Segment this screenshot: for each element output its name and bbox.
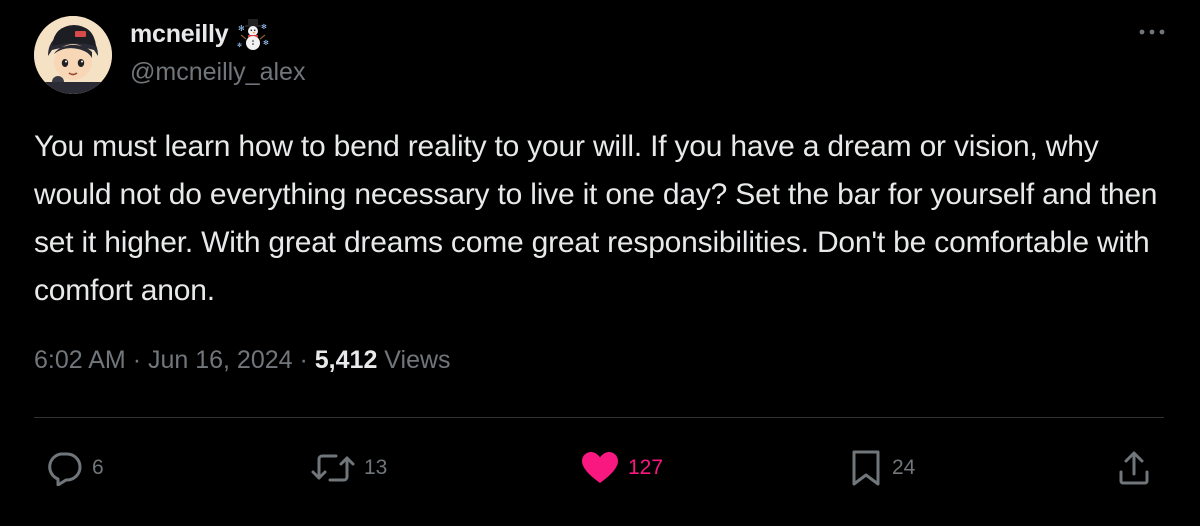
more-dots-icon xyxy=(1139,29,1165,35)
meta-separator: · xyxy=(299,346,308,374)
tweet-meta: 6:02 AM · Jun 16, 2024 · 5,412 Views xyxy=(34,346,451,375)
like-button[interactable]: 127 xyxy=(580,448,663,488)
like-count: 127 xyxy=(628,456,664,479)
bookmark-button[interactable]: 24 xyxy=(848,448,915,488)
meta-separator: · xyxy=(132,346,142,374)
bookmark-count: 24 xyxy=(892,456,916,479)
heart-filled-icon xyxy=(582,452,618,483)
share-icon xyxy=(1119,451,1149,485)
views-count: 5,412 xyxy=(314,346,378,374)
tweet-time[interactable]: 6:02 AM xyxy=(34,346,126,374)
svg-text:✻: ✻ xyxy=(263,39,269,47)
tweet-date[interactable]: Jun 16, 2024 xyxy=(148,346,293,374)
svg-text:✻: ✻ xyxy=(237,42,242,49)
reply-button[interactable]: 6 xyxy=(44,448,104,488)
display-name[interactable]: mcneilly xyxy=(130,20,229,49)
snowman-icon: ✻ ✻ ✻ ✻ xyxy=(236,17,270,51)
tweet-text: You must learn how to bend reality to yo… xyxy=(34,130,1158,307)
repost-button[interactable]: 13 xyxy=(310,448,387,488)
bookmark-icon xyxy=(852,450,880,486)
more-options-button[interactable] xyxy=(1132,22,1172,42)
tweet-card: mcneilly ✻ ✻ ✻ ✻ @mcneilly_alex You must… xyxy=(0,0,1200,526)
svg-text:✻: ✻ xyxy=(238,24,245,33)
svg-text:✻: ✻ xyxy=(261,23,267,31)
user-handle[interactable]: @mcneilly_alex xyxy=(130,58,305,87)
repost-icon xyxy=(311,454,355,482)
views-label: Views xyxy=(384,346,451,374)
divider xyxy=(34,417,1164,418)
avatar-image xyxy=(34,16,112,94)
reply-count: 6 xyxy=(92,456,104,479)
repost-count: 13 xyxy=(364,456,388,479)
author-name-row: mcneilly ✻ ✻ ✻ ✻ xyxy=(130,16,270,52)
share-button[interactable] xyxy=(1116,448,1152,488)
reply-icon xyxy=(48,452,82,486)
avatar[interactable] xyxy=(34,16,112,94)
